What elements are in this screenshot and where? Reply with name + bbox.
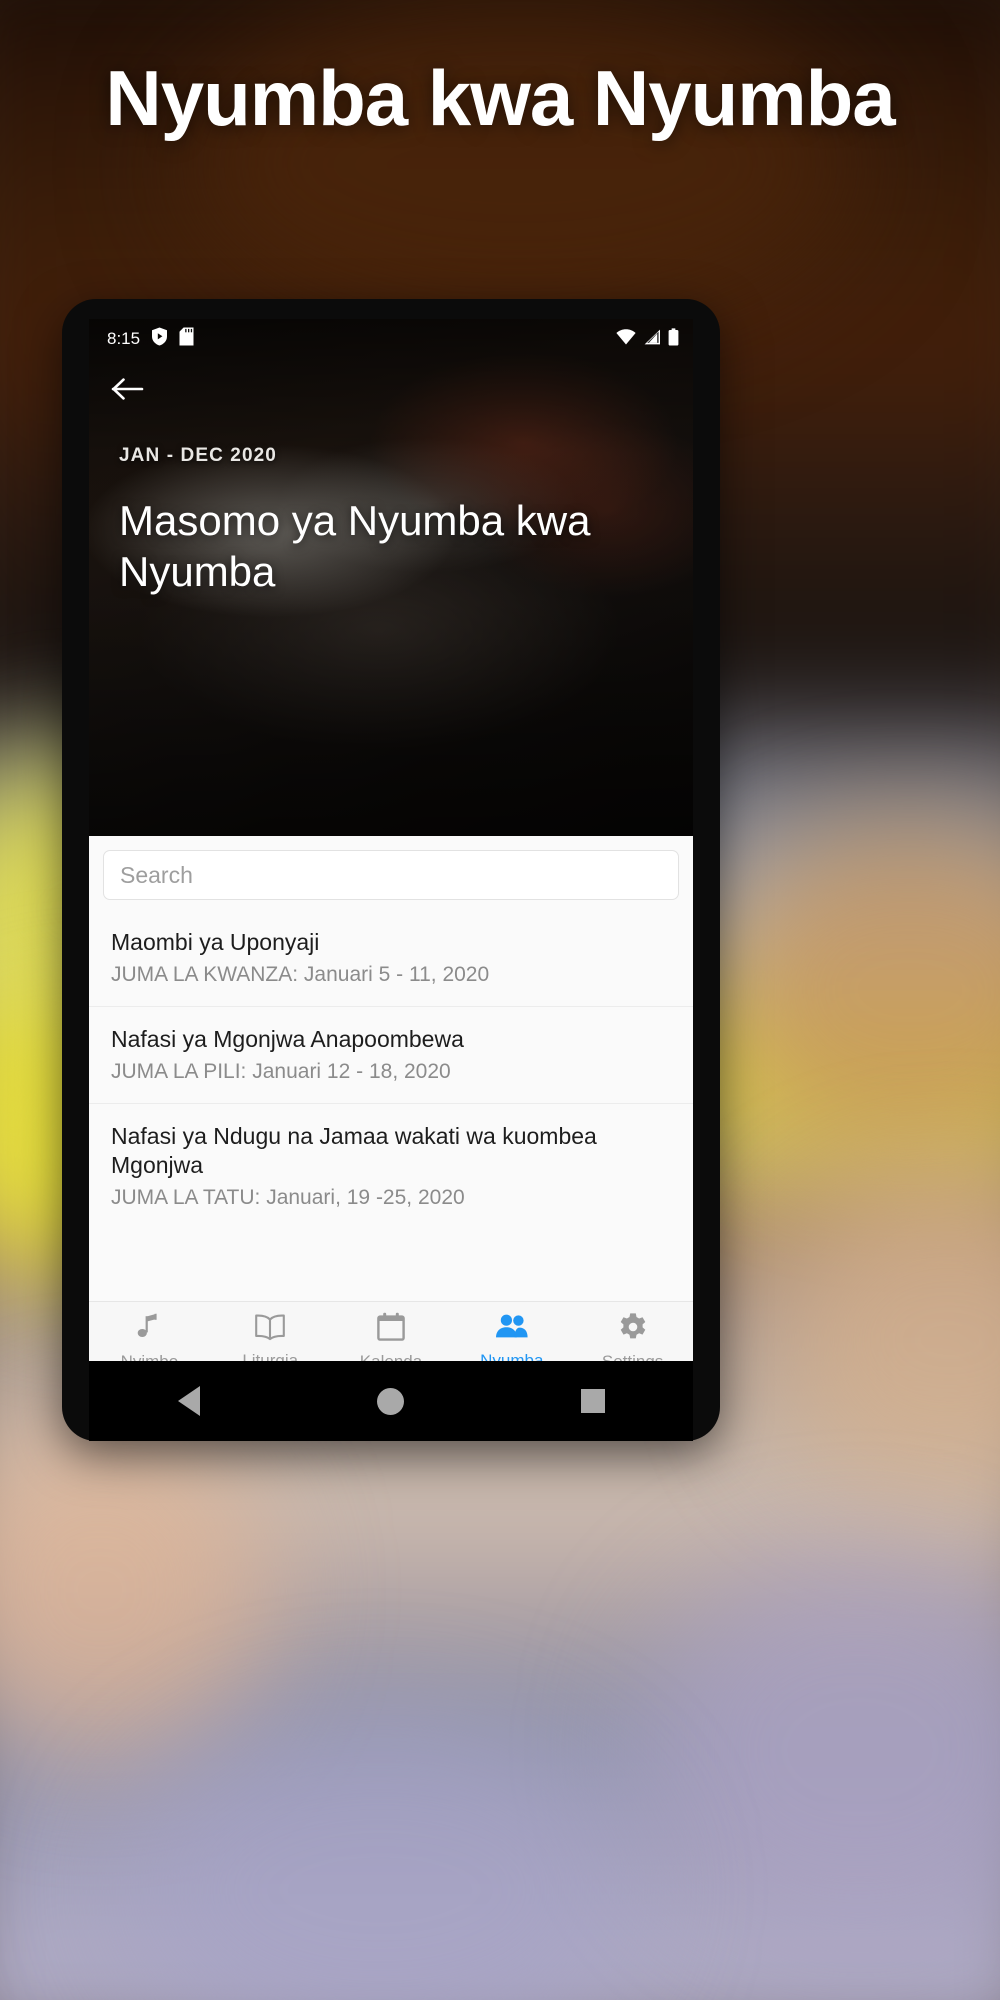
phone-mockup: 8:15 JAN - DEC 2020 Masomo ya Nyumba kwa…	[62, 299, 720, 1441]
list-item-title: Nafasi ya Ndugu na Jamaa wakati wa kuomb…	[111, 1123, 597, 1179]
search-bar	[89, 836, 693, 910]
gear-icon	[618, 1312, 648, 1347]
list-item-subtitle: JUMA LA KWANZA: Januari 5 - 11, 2020	[111, 962, 490, 986]
list-item[interactable]: Nafasi ya Mgonjwa Anapoombewa JUMA LA PI…	[89, 1006, 693, 1104]
phone-screen: 8:15 JAN - DEC 2020 Masomo ya Nyumba kwa…	[89, 319, 693, 1381]
content-sheet: Maombi ya Uponyaji JUMA LA KWANZA: Janua…	[89, 836, 693, 1381]
lesson-list: Maombi ya Uponyaji JUMA LA KWANZA: Janua…	[89, 910, 693, 1301]
list-item-subtitle: JUMA LA PILI: Januari 12 - 18, 2020	[111, 1060, 451, 1084]
battery-icon	[668, 327, 679, 351]
page-title: Masomo ya Nyumba kwa Nyumba	[119, 497, 591, 596]
people-icon	[495, 1313, 529, 1346]
status-bar: 8:15	[89, 319, 693, 359]
background-blotch	[180, 0, 860, 330]
hero-kicker: JAN - DEC 2020	[119, 445, 277, 466]
promo-screenshot: Nyumba kwa Nyumba 8:15 JAN - DEC 2020 Ma…	[0, 0, 1000, 2000]
app-bar	[89, 359, 693, 423]
list-item[interactable]: Maombi ya Uponyaji JUMA LA KWANZA: Janua…	[89, 910, 693, 1007]
circle-home-icon[interactable]	[376, 1387, 404, 1415]
list-item-title: Nafasi ya Mgonjwa Anapoombewa	[111, 1026, 464, 1053]
signal-icon	[643, 329, 661, 350]
music-note-icon	[134, 1312, 164, 1347]
open-book-icon	[254, 1313, 286, 1346]
list-item-subtitle: JUMA LA TATU: Januari, 19 -25, 2020	[111, 1186, 465, 1210]
calendar-icon	[376, 1312, 406, 1347]
status-bar-left: 8:15	[107, 327, 194, 351]
triangle-back-icon[interactable]	[177, 1386, 200, 1416]
square-recents-icon[interactable]	[580, 1389, 605, 1413]
status-bar-time: 8:15	[107, 329, 141, 348]
hero-header: 8:15 JAN - DEC 2020 Masomo ya Nyumba kwa…	[89, 319, 693, 836]
sd-card-icon	[179, 327, 194, 351]
status-bar-right	[616, 327, 679, 351]
android-navigation-bar	[89, 1361, 693, 1441]
search-input[interactable]	[103, 850, 679, 900]
back-arrow-icon[interactable]	[111, 375, 145, 408]
list-item[interactable]: Nafasi ya Ndugu na Jamaa wakati wa kuomb…	[89, 1103, 693, 1230]
promo-headline: Nyumba kwa Nyumba	[105, 54, 895, 142]
wifi-icon	[616, 328, 636, 350]
shield-play-icon	[151, 327, 168, 351]
list-item-title: Maombi ya Uponyaji	[111, 929, 320, 955]
